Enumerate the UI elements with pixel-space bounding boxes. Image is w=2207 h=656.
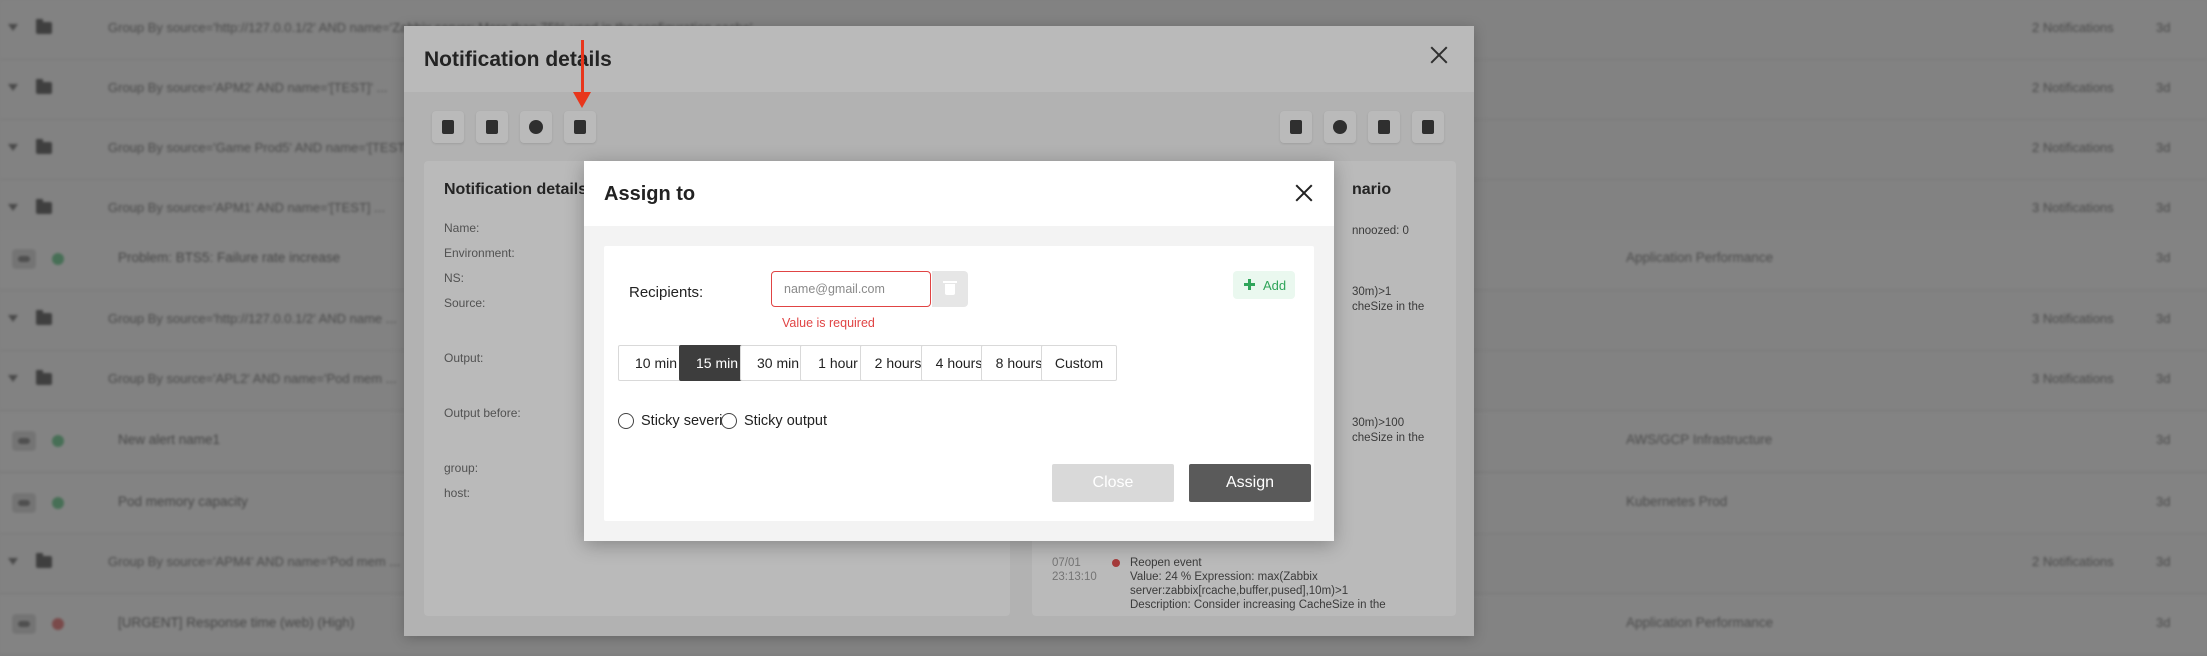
recipient-email-input[interactable] <box>771 271 931 307</box>
assign-form: Recipients: Value is required Add 10 min… <box>604 246 1314 521</box>
sticky-output-checkbox[interactable]: Sticky output <box>721 411 851 431</box>
sticky-severity-label: Sticky severity <box>641 413 734 429</box>
sticky-output-label: Sticky output <box>744 413 828 429</box>
assign-to-modal: Assign to Recipients: Value is required … <box>584 161 1334 541</box>
assign-modal-header: Assign to <box>584 161 1334 226</box>
delete-recipient-button[interactable] <box>932 271 968 307</box>
assign-modal-title: Assign to <box>604 183 696 205</box>
close-icon[interactable] <box>1293 182 1315 204</box>
close-button[interactable]: Close <box>1052 464 1174 502</box>
annotation-arrow <box>573 40 591 110</box>
checkbox-icon <box>618 413 634 429</box>
recipients-label: Recipients: <box>629 284 704 301</box>
add-label: Add <box>1263 278 1287 293</box>
trash-icon <box>943 281 957 283</box>
checkbox-icon <box>721 413 737 429</box>
plus-icon <box>1244 279 1255 290</box>
validation-error: Value is required <box>782 316 875 330</box>
add-recipient-button[interactable]: Add <box>1233 271 1295 299</box>
assign-button[interactable]: Assign <box>1189 464 1311 502</box>
duration-custom-button[interactable]: Custom <box>1041 345 1117 381</box>
